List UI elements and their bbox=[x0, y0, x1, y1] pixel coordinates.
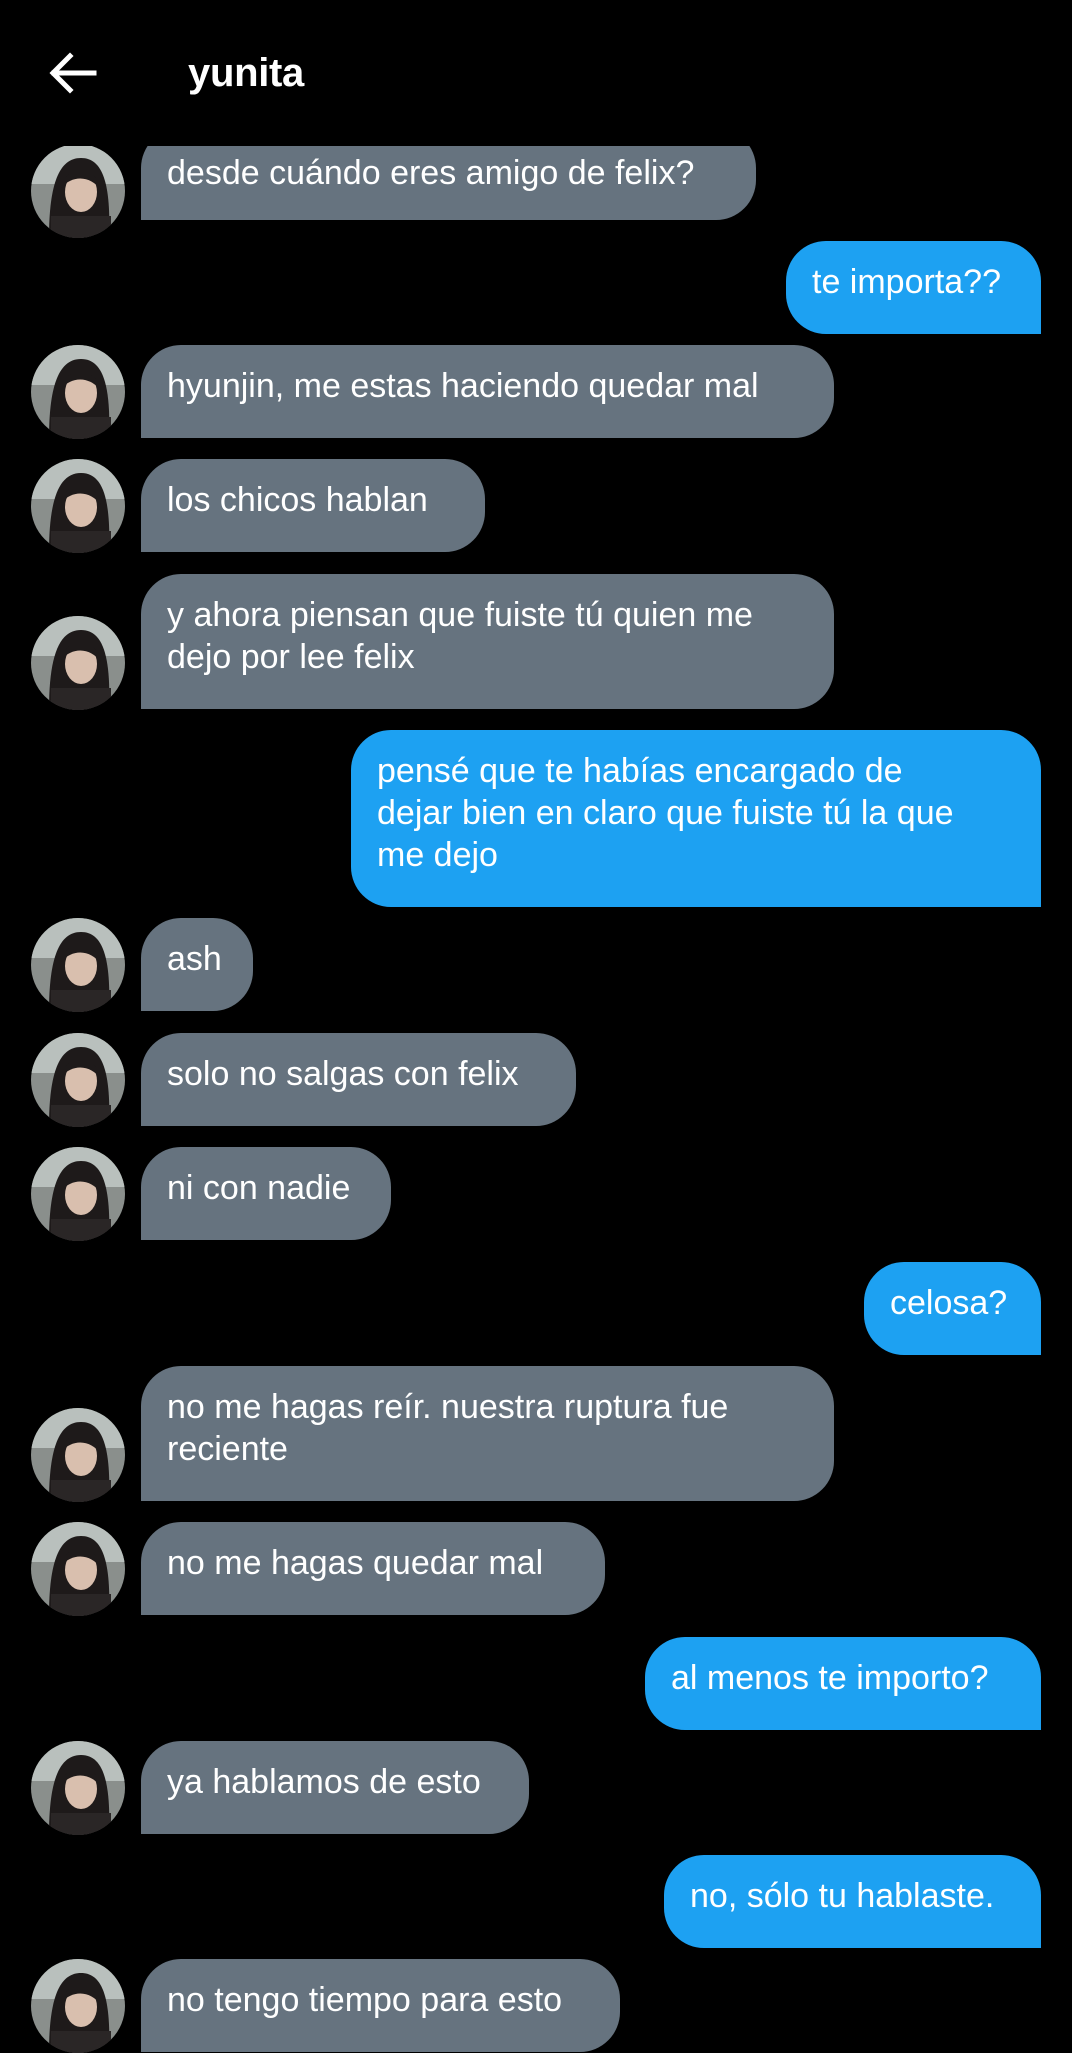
message-bubble[interactable]: no, sólo tu hablaste. bbox=[664, 1855, 1041, 1948]
back-button[interactable] bbox=[44, 48, 100, 98]
message-bubble[interactable]: no me hagas reír. nuestra ruptura fue re… bbox=[141, 1366, 834, 1501]
message-line: dejar bien en claro que fuiste tú la que bbox=[377, 794, 954, 832]
contact-avatar[interactable] bbox=[31, 1033, 125, 1127]
message-line: y ahora piensan que fuiste tú quien me bbox=[167, 596, 753, 634]
message-bubble[interactable]: solo no salgas con felix bbox=[141, 1033, 576, 1126]
arrow-left-icon bbox=[44, 48, 100, 98]
message-bubble[interactable]: y ahora piensan que fuiste tú quien me d… bbox=[141, 574, 834, 709]
contact-avatar[interactable] bbox=[31, 459, 125, 553]
message-line: pensé que te habías encargado de bbox=[377, 752, 903, 790]
message-bubble[interactable]: no tengo tiempo para esto bbox=[141, 1959, 620, 2052]
contact-avatar[interactable] bbox=[31, 345, 125, 439]
contact-avatar[interactable] bbox=[31, 1741, 125, 1835]
message-bubble[interactable]: ya hablamos de esto bbox=[141, 1741, 529, 1834]
contact-avatar[interactable] bbox=[31, 616, 125, 710]
message-thread[interactable]: desde cuándo eres amigo de felix? te imp… bbox=[0, 0, 1072, 2053]
contact-avatar[interactable] bbox=[31, 1522, 125, 1616]
message-bubble[interactable]: ash bbox=[141, 918, 253, 1011]
message-bubble[interactable]: hyunjin, me estas haciendo quedar mal bbox=[141, 345, 834, 438]
message-line: no me hagas reír. nuestra ruptura fue bbox=[167, 1388, 729, 1426]
message-bubble[interactable]: te importa?? bbox=[786, 241, 1041, 334]
contact-avatar[interactable] bbox=[31, 1147, 125, 1241]
message-line: dejo por lee felix bbox=[167, 638, 415, 676]
chat-title[interactable]: yunita bbox=[188, 48, 304, 98]
contact-avatar[interactable] bbox=[31, 1408, 125, 1502]
chat-header: yunita bbox=[0, 0, 1072, 146]
contact-avatar[interactable] bbox=[31, 918, 125, 1012]
contact-avatar[interactable] bbox=[31, 1959, 125, 2053]
message-bubble[interactable]: los chicos hablan bbox=[141, 459, 485, 552]
message-line: reciente bbox=[167, 1430, 288, 1468]
message-bubble[interactable]: no me hagas quedar mal bbox=[141, 1522, 605, 1615]
message-bubble[interactable]: celosa? bbox=[864, 1262, 1041, 1355]
message-line: me dejo bbox=[377, 836, 498, 874]
contact-avatar[interactable] bbox=[31, 144, 125, 238]
message-bubble[interactable]: al menos te importo? bbox=[645, 1637, 1041, 1730]
message-bubble[interactable]: ni con nadie bbox=[141, 1147, 391, 1240]
message-bubble[interactable]: pensé que te habías encargado de dejar b… bbox=[351, 730, 1041, 907]
